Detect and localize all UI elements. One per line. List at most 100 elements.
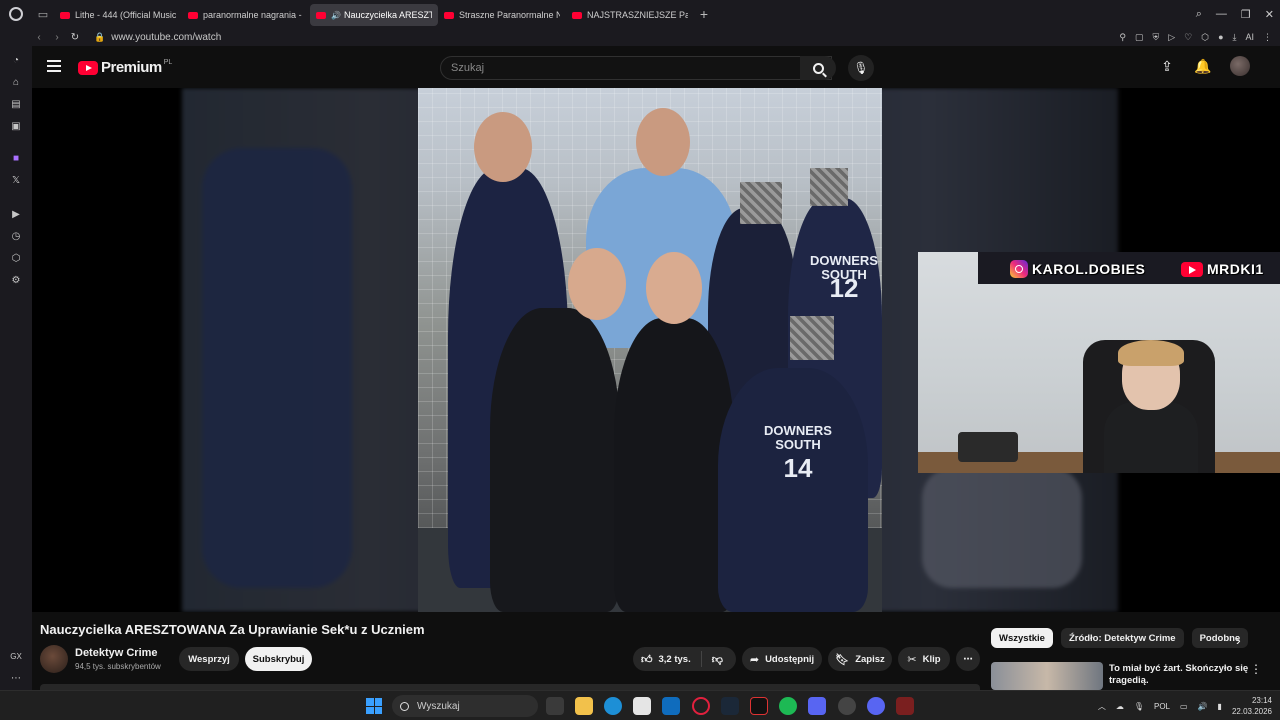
windows-start-icon[interactable]: [366, 698, 382, 714]
tray-expand-icon[interactable]: ︿: [1098, 701, 1106, 712]
steam-icon[interactable]: [721, 697, 739, 715]
network-icon[interactable]: ☁: [1116, 702, 1124, 711]
chips-next-icon[interactable]: ›: [1236, 632, 1241, 648]
channel-avatar[interactable]: [40, 645, 68, 673]
tab-switcher-icon[interactable]: ▭: [32, 0, 54, 28]
battery-icon[interactable]: ▮: [1218, 702, 1222, 711]
join-button[interactable]: Wesprzyj: [179, 647, 239, 671]
gx-corner-icon[interactable]: ⌂: [10, 76, 22, 88]
search-tabs-icon[interactable]: ⌕: [1196, 8, 1202, 21]
youtube-favicon-icon: [188, 11, 198, 19]
video-editor-icon[interactable]: [750, 697, 768, 715]
outlook-icon[interactable]: [662, 697, 680, 715]
browser-tab[interactable]: paranormalne nagrania - Y: [182, 4, 310, 26]
browser-tab[interactable]: Straszne Paranormalne Na: [438, 4, 566, 26]
like-dislike-group: 👍︎ 3,2 tys. 👎︎: [633, 647, 736, 671]
file-explorer-icon[interactable]: [575, 697, 593, 715]
dislike-button[interactable]: 👎︎: [702, 653, 733, 666]
recommended-video-title[interactable]: To miał być żart. Skończyło się tragedią…: [1109, 663, 1249, 687]
streamer-webcam-overlay: KAROL.DOBIES MRDKI1: [918, 252, 1280, 473]
person: [614, 318, 734, 612]
back-icon[interactable]: ‹: [30, 32, 48, 43]
url-field[interactable]: www.youtube.com/watch: [111, 32, 221, 43]
x-twitter-icon[interactable]: 𝕏: [10, 174, 22, 186]
reload-icon[interactable]: ↻: [66, 32, 84, 43]
clock[interactable]: 23:14 22.03.2026: [1232, 695, 1272, 717]
search-button[interactable]: [800, 56, 836, 80]
speaker-icon[interactable]: 🔊: [331, 11, 341, 20]
heart-icon[interactable]: ♡: [1184, 32, 1192, 43]
upload-icon[interactable]: ⇪: [1158, 57, 1176, 75]
forward-icon[interactable]: ›: [48, 32, 66, 43]
discord-icon[interactable]: [867, 697, 885, 715]
snapshot-icon[interactable]: ▢: [1135, 32, 1144, 43]
youtube-icon: [1181, 261, 1203, 277]
store-icon[interactable]: [633, 697, 651, 715]
more-icon[interactable]: ⋯: [10, 672, 22, 684]
taskbar-search[interactable]: Wyszukaj: [392, 695, 538, 717]
microphone-icon[interactable]: 🎙: [1134, 702, 1144, 711]
browser-tab-active[interactable]: 🔊 Nauczycielka ARESZTO: [310, 4, 438, 26]
person-head: [474, 112, 532, 182]
shield-icon[interactable]: ⛨: [1152, 32, 1159, 43]
voice-search-button[interactable]: 🎙: [848, 55, 874, 81]
minimize-icon[interactable]: —: [1216, 8, 1227, 20]
download-icon[interactable]: ⤓: [1233, 32, 1237, 43]
channel-name[interactable]: Detektyw Crime: [75, 647, 158, 659]
search-input[interactable]: Szukaj: [440, 56, 832, 80]
messenger-icon[interactable]: ▣: [10, 120, 22, 132]
recommended-video-thumbnail[interactable]: [991, 662, 1103, 690]
share-button[interactable]: ➦ Udostępnij: [742, 647, 822, 671]
maximize-icon[interactable]: ❐: [1241, 8, 1251, 21]
close-icon[interactable]: ✕: [1265, 8, 1274, 21]
settings-gear-icon[interactable]: ⚙: [10, 274, 22, 286]
windows-taskbar: Wyszukaj ︿ ☁ 🎙 POL ▭ 🔊 ▮ 23:14 22.03.202…: [0, 690, 1280, 720]
browser-tab[interactable]: NAJSTRASZNIEJSZE Para: [566, 4, 694, 26]
menu-icon[interactable]: ⋮: [1263, 32, 1272, 43]
youtube-logo-icon: [78, 60, 98, 75]
player-icon[interactable]: ▷: [1168, 32, 1175, 43]
clip-button[interactable]: ✂ Klip: [898, 647, 950, 671]
language-indicator[interactable]: POL: [1154, 702, 1170, 711]
task-view-icon[interactable]: [546, 697, 564, 715]
history-icon[interactable]: ◷: [10, 230, 22, 242]
gx-label[interactable]: GX: [9, 650, 23, 662]
youtube-premium-logo[interactable]: Premium PL: [78, 59, 172, 76]
profile-icon[interactable]: ●: [1218, 32, 1223, 42]
account-avatar[interactable]: [1230, 56, 1250, 76]
app-icon[interactable]: [808, 697, 826, 715]
shield-app-icon[interactable]: [896, 697, 914, 715]
jersey-text: DOWNERS SOUTH: [764, 423, 832, 452]
youtube-favicon-icon: [444, 11, 454, 19]
like-button[interactable]: 👍︎ 3,2 tys.: [633, 651, 702, 667]
instagram-handle: KAROL.DOBIES: [1010, 260, 1145, 278]
youtube-handle: MRDKI1: [1181, 260, 1264, 278]
subscribe-button[interactable]: Subskrybuj: [245, 647, 312, 671]
spotify-icon[interactable]: [779, 697, 797, 715]
opera-gx-taskbar-icon[interactable]: [692, 697, 710, 715]
notifications-bell-icon[interactable]: 🔔: [1194, 57, 1212, 75]
video-frame-photo: DOWNERS SOUTH 12 DOWNERS SOUTH 14: [418, 88, 882, 612]
more-actions-button[interactable]: ⋯: [956, 647, 980, 671]
gx-cleaner-icon[interactable]: ▤: [10, 98, 22, 110]
edge-icon[interactable]: [604, 697, 622, 715]
obs-icon[interactable]: [838, 697, 856, 715]
hamburger-menu-icon[interactable]: [47, 60, 61, 72]
opera-gx-logo-icon[interactable]: [0, 0, 32, 28]
browser-tab[interactable]: Lithe - 444 (Official Music: [54, 4, 182, 26]
volume-icon[interactable]: 🔊: [1198, 702, 1208, 711]
new-tab-button[interactable]: +: [694, 6, 714, 22]
chip-all[interactable]: Wszystkie: [991, 628, 1053, 648]
aria-ai-icon[interactable]: AI: [1245, 32, 1254, 42]
extensions-icon[interactable]: ⬡: [1201, 32, 1209, 43]
gx-control-icon[interactable]: ◔: [10, 54, 22, 66]
save-button[interactable]: 🔖︎ Zapisz: [828, 647, 892, 671]
twitch-icon[interactable]: ■: [10, 152, 22, 164]
display-icon[interactable]: ▭: [1180, 702, 1188, 711]
chip-source[interactable]: Źródło: Detektyw Crime: [1060, 628, 1184, 648]
player-icon[interactable]: ▶: [10, 208, 22, 220]
extensions-icon[interactable]: ⬡: [10, 252, 22, 264]
instagram-icon: [1010, 260, 1028, 278]
recommended-video-menu-icon[interactable]: ⋮: [1250, 662, 1262, 676]
pin-icon[interactable]: ⚲: [1119, 32, 1126, 43]
